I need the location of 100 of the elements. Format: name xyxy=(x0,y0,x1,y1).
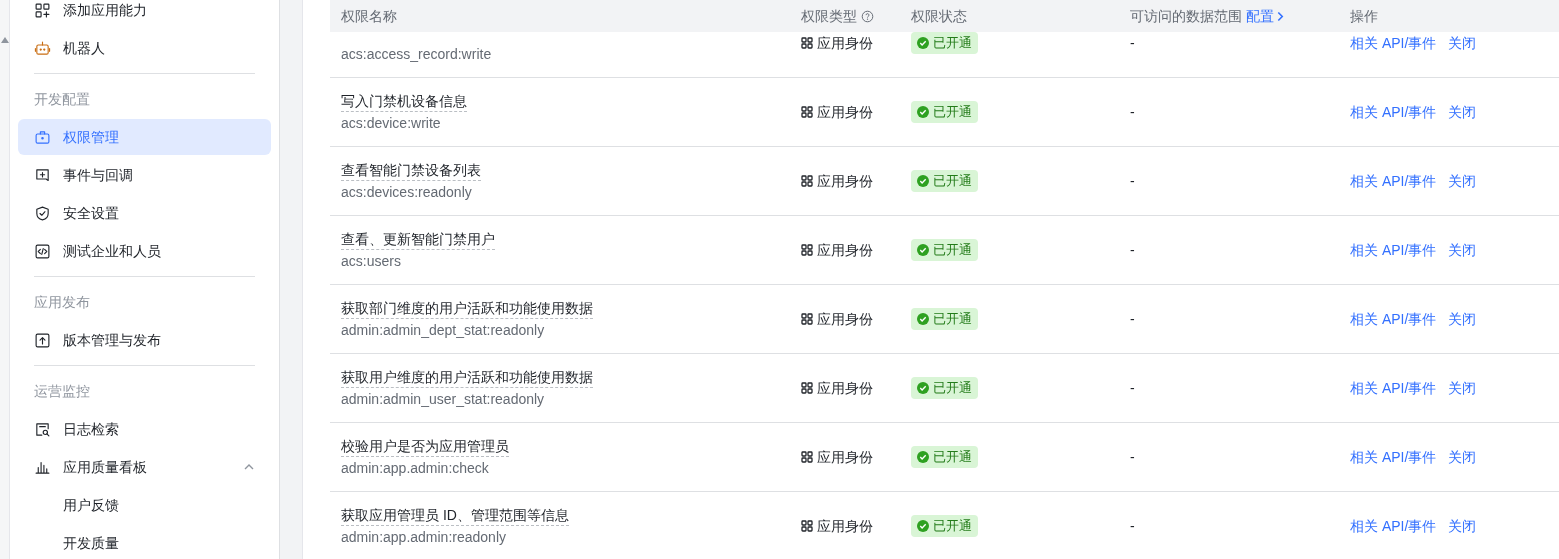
sidebar-item[interactable]: 权限管理 xyxy=(18,119,271,155)
action-link[interactable]: 关闭 xyxy=(1448,101,1477,123)
status-tag: 已开通 xyxy=(911,238,978,261)
status-tag: 已开通 xyxy=(911,100,978,123)
chevron-right-icon xyxy=(1277,10,1284,22)
permission-code: acs:devices:readonly xyxy=(341,182,473,202)
sidebar-item[interactable]: 应用质量看板 xyxy=(18,449,271,485)
permission-type: 应用身份 xyxy=(817,171,873,191)
status-tag: 已开通 xyxy=(911,376,978,399)
permission-type: 应用身份 xyxy=(817,516,873,536)
status-tag: 已开通 xyxy=(911,169,978,192)
action-link[interactable]: 关闭 xyxy=(1448,515,1477,537)
data-scope: - xyxy=(1129,33,1136,53)
data-scope: - xyxy=(1129,171,1136,191)
action-link[interactable]: 相关 API/事件 xyxy=(1350,377,1437,399)
permission-type: 应用身份 xyxy=(817,309,873,329)
data-scope: - xyxy=(1129,516,1136,536)
section-title: 开发配置 xyxy=(34,89,91,109)
help-icon[interactable] xyxy=(861,9,874,23)
grid-icon xyxy=(801,106,813,118)
check-circle-icon xyxy=(917,105,929,118)
check-circle-icon xyxy=(917,519,929,532)
data-scope: - xyxy=(1129,447,1136,467)
permission-name: 查看、更新智能门禁用户 xyxy=(341,228,495,250)
action-link[interactable]: 相关 API/事件 xyxy=(1350,515,1437,537)
permission-type: 应用身份 xyxy=(817,102,873,122)
sidebar-subitem[interactable]: 用户反馈 xyxy=(18,487,271,523)
data-scope: - xyxy=(1129,240,1136,260)
section-title: 应用发布 xyxy=(34,292,91,312)
action-link[interactable]: 相关 API/事件 xyxy=(1350,239,1437,261)
action-link[interactable]: 关闭 xyxy=(1448,308,1477,330)
sidebar-item[interactable]: 机器人 xyxy=(18,30,271,66)
check-circle-icon xyxy=(917,36,929,49)
shield-check-icon xyxy=(34,204,51,222)
action-link[interactable]: 相关 API/事件 xyxy=(1350,32,1437,54)
check-circle-icon xyxy=(917,174,929,187)
action-link[interactable]: 关闭 xyxy=(1448,446,1477,468)
status-tag: 已开通 xyxy=(911,32,978,54)
action-link[interactable]: 关闭 xyxy=(1448,239,1477,261)
permission-name: 获取应用管理员 ID、管理范围等信息 xyxy=(341,504,569,526)
permission-name: 查看智能门禁设备列表 xyxy=(341,159,481,181)
column-header: 权限类型 xyxy=(801,6,857,26)
sidebar-item[interactable]: 日志检索 xyxy=(18,411,271,447)
grid-icon xyxy=(801,520,813,532)
sidebar-subitem[interactable]: 开发质量 xyxy=(18,525,271,559)
permission-code: acs:device:write xyxy=(341,113,442,133)
action-link[interactable]: 关闭 xyxy=(1448,377,1477,399)
action-link[interactable]: 相关 API/事件 xyxy=(1350,170,1437,192)
permission-code: admin:app.admin:check xyxy=(341,458,490,478)
upload-icon xyxy=(34,331,51,349)
sidebar-item[interactable]: 测试企业和人员 xyxy=(18,233,271,269)
permission-type: 应用身份 xyxy=(817,378,873,398)
sidebar-item[interactable]: 添加应用能力 xyxy=(18,0,271,28)
permission-type: 应用身份 xyxy=(817,447,873,467)
robot-icon xyxy=(34,39,51,57)
permission-type: 应用身份 xyxy=(817,240,873,260)
data-scope: - xyxy=(1129,102,1136,122)
permission-code: acs:access_record:write xyxy=(341,45,493,64)
permission-code: admin:app.admin:readonly xyxy=(341,527,507,547)
configure-link[interactable]: 配置 xyxy=(1246,5,1284,27)
grid-icon xyxy=(801,37,813,49)
sidebar-item[interactable]: 版本管理与发布 xyxy=(18,322,271,358)
data-scope: - xyxy=(1129,309,1136,329)
scroll-up-icon[interactable] xyxy=(0,37,9,43)
check-circle-icon xyxy=(917,312,929,325)
column-header: 操作 xyxy=(1349,6,1378,26)
grid-icon xyxy=(801,313,813,325)
permission-name: 获取部门维度的用户活跃和功能使用数据 xyxy=(341,297,593,319)
permission-code: admin:admin_dept_stat:readonly xyxy=(341,320,546,340)
action-link[interactable]: 关闭 xyxy=(1448,170,1477,192)
action-link[interactable]: 相关 API/事件 xyxy=(1350,308,1437,330)
grid-icon xyxy=(801,382,813,394)
status-tag: 已开通 xyxy=(911,307,978,330)
action-link[interactable]: 相关 API/事件 xyxy=(1350,101,1437,123)
code-icon xyxy=(34,242,51,260)
action-link[interactable]: 相关 API/事件 xyxy=(1350,446,1437,468)
permission-name: 写入门禁机设备信息 xyxy=(341,90,467,112)
status-tag: 已开通 xyxy=(911,445,978,468)
grid-icon xyxy=(801,244,813,256)
column-header: 可访问的数据范围 xyxy=(1130,6,1242,26)
grid-icon xyxy=(801,451,813,463)
permission-type: 应用身份 xyxy=(817,33,873,53)
permission-name: 获取用户维度的用户活跃和功能使用数据 xyxy=(341,366,593,388)
data-scope: - xyxy=(1129,378,1136,398)
column-header: 权限状态 xyxy=(910,6,968,26)
action-link[interactable]: 关闭 xyxy=(1448,32,1477,54)
permission-code: acs:users xyxy=(341,251,402,271)
section-title: 运营监控 xyxy=(34,381,91,401)
permission-name: 校验用户是否为应用管理员 xyxy=(341,435,509,457)
permission-code: admin:admin_user_stat:readonly xyxy=(341,389,546,409)
grid-plus-icon xyxy=(34,1,51,19)
log-search-icon xyxy=(34,420,51,438)
check-circle-icon xyxy=(917,450,929,463)
briefcase-icon xyxy=(34,128,51,146)
check-circle-icon xyxy=(917,381,929,394)
sidebar-item[interactable]: 安全设置 xyxy=(18,195,271,231)
sidebar-item[interactable]: 事件与回调 xyxy=(18,157,271,193)
column-header: 权限名称 xyxy=(340,6,398,26)
status-tag: 已开通 xyxy=(911,514,978,537)
grid-icon xyxy=(801,175,813,187)
